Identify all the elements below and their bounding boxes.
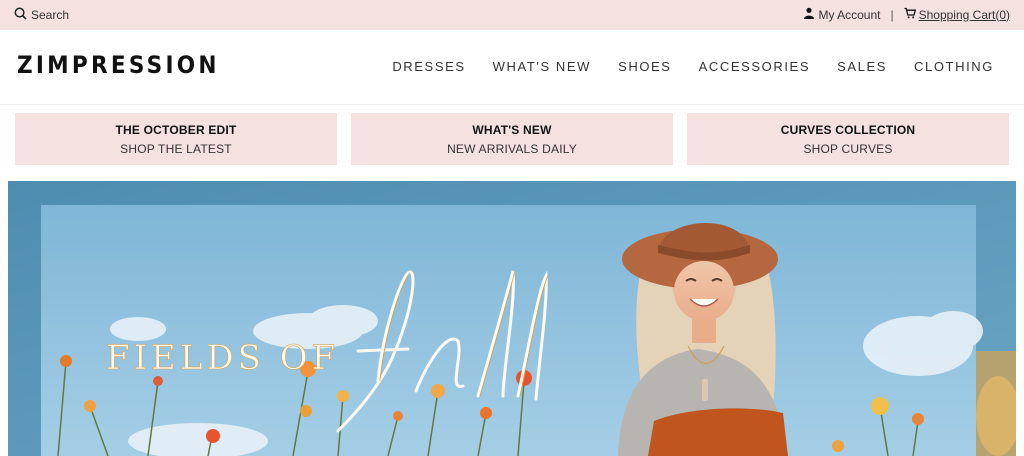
nav-accessories[interactable]: ACCESSORIES (699, 59, 811, 74)
shopping-cart-label: Shopping Cart(0) (918, 7, 1010, 22)
nav-shoes[interactable]: SHOES (618, 59, 672, 74)
hero-image: FIELDS OF (8, 181, 1016, 456)
promo-subtitle: SHOP THE LATEST (120, 142, 232, 156)
shopping-cart-link[interactable]: Shopping Cart(0) (904, 7, 1010, 22)
promo-curves-collection[interactable]: CURVES COLLECTION SHOP CURVES (687, 113, 1009, 165)
my-account-label: My Account (818, 7, 881, 22)
user-icon (803, 7, 815, 22)
utility-bar: Search My Account | Shopping Cart(0) (0, 0, 1024, 30)
nav-sales[interactable]: SALES (837, 59, 887, 74)
promo-whats-new[interactable]: WHAT'S NEW NEW ARRIVALS DAILY (351, 113, 673, 165)
promo-october-edit[interactable]: THE OCTOBER EDIT SHOP THE LATEST (15, 113, 337, 165)
nav-whats-new[interactable]: WHAT'S NEW (493, 59, 591, 74)
promo-subtitle: NEW ARRIVALS DAILY (447, 142, 577, 156)
nav-clothing[interactable]: CLOTHING (914, 59, 994, 74)
site-header: ZIMPRESSION DRESSES WHAT'S NEW SHOES ACC… (0, 30, 1024, 105)
my-account-link[interactable]: My Account (803, 7, 880, 22)
search-link[interactable]: Search (14, 7, 69, 23)
nav-dresses[interactable]: DRESSES (392, 59, 465, 74)
promo-title: CURVES COLLECTION (780, 123, 916, 137)
hero-banner[interactable]: FIELDS OF (8, 181, 1016, 456)
promo-title: WHAT'S NEW (472, 123, 552, 137)
promo-title: THE OCTOBER EDIT (115, 123, 237, 137)
search-label: Search (31, 8, 70, 22)
hero-headline: FIELDS OF (106, 338, 339, 378)
promo-subtitle: SHOP CURVES (803, 142, 893, 156)
promo-tiles: THE OCTOBER EDIT SHOP THE LATEST WHAT'S … (0, 113, 1024, 165)
cart-icon (904, 7, 916, 22)
main-nav: DRESSES WHAT'S NEW SHOES ACCESSORIES SAL… (365, 59, 994, 74)
search-icon (14, 7, 27, 23)
separator: | (890, 7, 894, 22)
brand-logo[interactable]: ZIMPRESSION (17, 51, 220, 79)
account-area: My Account | Shopping Cart(0) (803, 7, 1010, 22)
